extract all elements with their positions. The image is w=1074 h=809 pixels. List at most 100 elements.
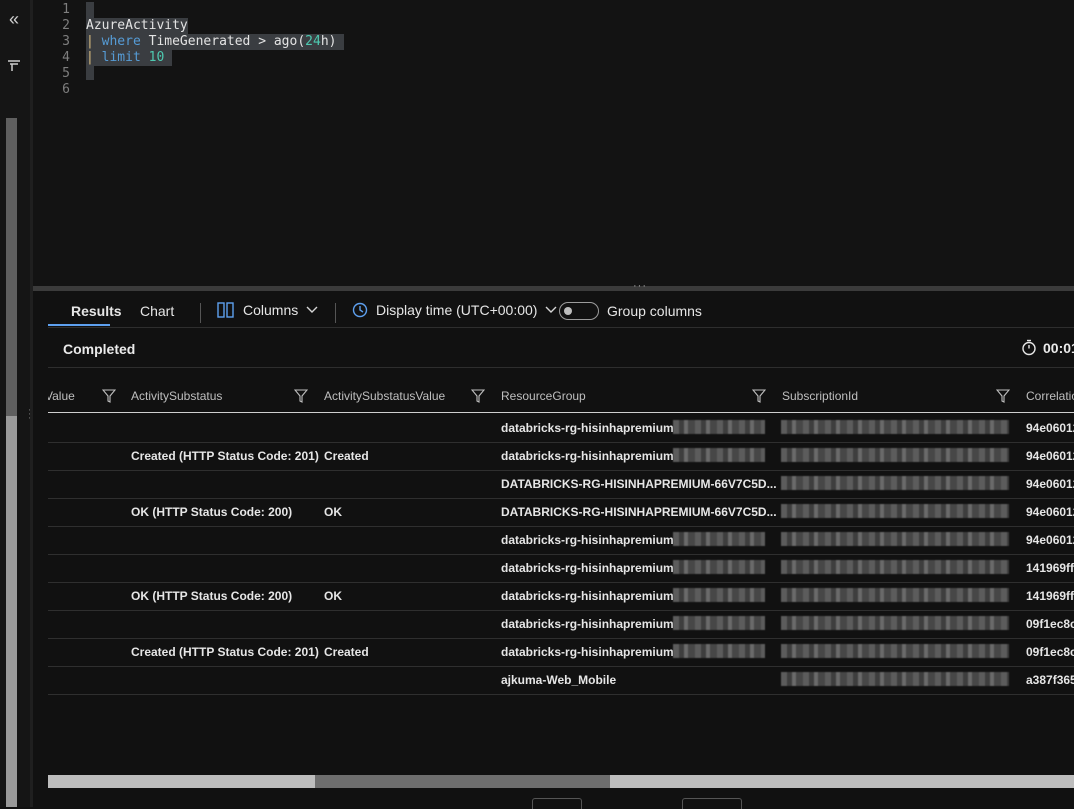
redacted-value xyxy=(673,532,765,546)
redacted-subscription-id xyxy=(781,560,1009,574)
where-expression: TimeGenerated > ago( xyxy=(140,34,306,49)
table-row[interactable]: databricks-rg-hisinhapremium-6 09f1ec8c xyxy=(48,610,1074,639)
line-number: 6 xyxy=(62,82,70,97)
redacted-subscription-id xyxy=(781,532,1009,546)
query-where-line: | where TimeGenerated > ago(24h) xyxy=(86,34,345,50)
table-row[interactable]: OK (HTTP Status Code: 200) OK DATABRICKS-R… xyxy=(48,498,1074,527)
cell-resource-group: DATABRICKS-RG-HISINHAPREMIUM-66V7C5D... xyxy=(501,505,777,519)
table-row[interactable]: Created (HTTP Status Code: 201) Created da… xyxy=(48,442,1074,471)
table-row[interactable]: Created (HTTP Status Code: 201) Created da… xyxy=(48,638,1074,667)
pager-button[interactable] xyxy=(532,798,582,809)
cell-resource-group: databricks-rg-hisinhapremium-6 xyxy=(501,449,685,463)
query-table-name: AzureActivity xyxy=(86,18,188,34)
table-row[interactable]: databricks-rg-hisinhapremium-6 94e06012 xyxy=(48,414,1074,443)
cell-correlation: 94e06012 xyxy=(1026,421,1074,435)
separator xyxy=(200,303,201,323)
redacted-value xyxy=(673,588,765,602)
redacted-value xyxy=(673,420,765,434)
clock-icon xyxy=(352,302,368,318)
tab-results[interactable]: Results xyxy=(71,303,122,319)
results-tabs: Results Chart Columns Display time (UTC+… xyxy=(48,291,1074,327)
results-pane: Results Chart Columns Display time (UTC+… xyxy=(33,291,1074,809)
table-row[interactable]: OK (HTTP Status Code: 200) OK databricks-r… xyxy=(48,582,1074,611)
column-header-correlation[interactable]: Correlation xyxy=(1026,389,1074,403)
query-duration: 00:01 xyxy=(1021,339,1074,356)
group-columns-label: Group columns xyxy=(607,303,702,319)
cell-resource-group: databricks-rg-hisinhapremium-6 xyxy=(501,589,685,603)
horizontal-scrollbar-thumb[interactable] xyxy=(315,775,610,788)
query-limit-line: | limit 10 xyxy=(86,50,173,66)
column-header-activity-substatus-value[interactable]: ActivitySubstatusValue xyxy=(324,389,445,403)
column-header-resource-group[interactable]: ResourceGroup xyxy=(501,389,586,403)
columns-button[interactable]: Columns xyxy=(217,302,318,318)
cell-resource-group: databricks-rg-hisinhapremium-6 xyxy=(501,617,685,631)
table-row[interactable]: ajkuma-Web_Mobile a387f365 xyxy=(48,666,1074,695)
cell-resource-group: databricks-rg-hisinhapremium-6 xyxy=(501,533,685,547)
filter-icon[interactable] xyxy=(471,389,485,403)
redacted-value xyxy=(673,448,765,462)
cell-activity-substatus-value: OK xyxy=(324,589,342,603)
cell-resource-group: DATABRICKS-RG-HISINHAPREMIUM-66V7C5D... xyxy=(501,477,777,491)
cell-correlation: 94e06012 xyxy=(1026,505,1074,519)
column-header-value[interactable]: Value xyxy=(48,389,75,403)
cell-resource-group: databricks-rg-hisinhapremium-6 xyxy=(501,421,685,435)
separator xyxy=(335,303,336,323)
vertical-scrollbar-thumb[interactable] xyxy=(6,118,17,416)
cell-correlation: 09f1ec8c xyxy=(1026,617,1074,631)
redacted-subscription-id xyxy=(781,588,1009,602)
redacted-subscription-id xyxy=(781,504,1009,518)
redacted-value xyxy=(673,616,765,630)
toggle-switch[interactable] xyxy=(559,302,599,320)
collapse-icon[interactable]: « xyxy=(9,10,19,28)
group-columns-toggle[interactable]: Group columns xyxy=(559,302,702,320)
columns-icon xyxy=(217,302,234,318)
divider xyxy=(48,327,1074,328)
left-rail: « ··· xyxy=(0,0,32,807)
cell-correlation: 94e06012 xyxy=(1026,533,1074,547)
table-row[interactable]: DATABRICKS-RG-HISINHAPREMIUM-66V7C5D... 9… xyxy=(48,470,1074,499)
cell-activity-substatus: Created (HTTP Status Code: 201) xyxy=(131,645,319,659)
cell-resource-group: databricks-rg-hisinhapremium-6 xyxy=(501,561,685,575)
limit-keyword: limit xyxy=(101,50,141,65)
line-number: 5 xyxy=(62,66,70,81)
where-expression-end: h) xyxy=(320,34,337,49)
number-literal: 10 xyxy=(148,50,165,65)
filter-icon[interactable] xyxy=(294,389,308,403)
cell-activity-substatus-value: OK xyxy=(324,505,342,519)
display-time-dropdown[interactable]: Display time (UTC+00:00) xyxy=(352,302,557,318)
stopwatch-icon xyxy=(1022,339,1036,356)
cell-correlation: 09f1ec8c xyxy=(1026,645,1074,659)
where-keyword: where xyxy=(101,34,141,49)
cell-activity-substatus: Created (HTTP Status Code: 201) xyxy=(131,449,319,463)
cell-correlation: a387f365 xyxy=(1026,673,1074,687)
horizontal-scrollbar-track[interactable] xyxy=(48,775,1074,788)
line-number: 2 xyxy=(62,18,70,33)
line-number: 3 xyxy=(62,34,70,49)
redacted-value xyxy=(673,560,765,574)
redacted-subscription-id xyxy=(781,476,1009,490)
filter-icon[interactable] xyxy=(996,389,1010,403)
header-divider xyxy=(48,412,1074,413)
table-row[interactable]: databricks-rg-hisinhapremium-6 94e06012 xyxy=(48,526,1074,555)
redacted-subscription-id xyxy=(781,420,1009,434)
query-editor[interactable]: 1 2 AzureActivity 3 | where TimeGenerate… xyxy=(33,0,1074,286)
filter-top-icon[interactable] xyxy=(6,58,22,74)
pipe-operator: | xyxy=(86,34,94,49)
pager-button[interactable] xyxy=(682,798,742,809)
cell-correlation: 94e06012 xyxy=(1026,477,1074,491)
redacted-value xyxy=(673,644,765,658)
cell-activity-substatus-value: Created xyxy=(324,645,369,659)
cell-correlation: 141969ff- xyxy=(1026,561,1074,575)
filter-icon[interactable] xyxy=(102,389,116,403)
filter-icon[interactable] xyxy=(752,389,766,403)
line-number: 4 xyxy=(62,50,70,65)
redacted-subscription-id xyxy=(781,644,1009,658)
cell-resource-group: ajkuma-Web_Mobile xyxy=(501,673,617,687)
column-header-activity-substatus[interactable]: ActivitySubstatus xyxy=(131,389,222,403)
column-header-subscription-id[interactable]: SubscriptionId xyxy=(782,389,858,403)
cell-correlation: 141969ff- xyxy=(1026,589,1074,603)
tab-chart[interactable]: Chart xyxy=(140,303,174,319)
cell-activity-substatus-value: Created xyxy=(324,449,369,463)
toggle-knob xyxy=(564,307,572,315)
table-row[interactable]: databricks-rg-hisinhapremium-6 141969ff- xyxy=(48,554,1074,583)
